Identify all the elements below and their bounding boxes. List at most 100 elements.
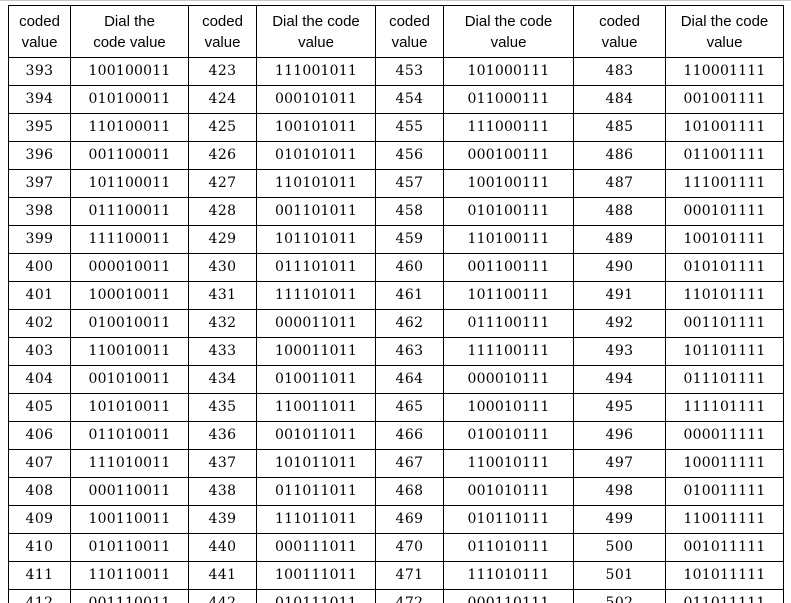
cell-coded-value: 485 [573,113,666,142]
cell-coded-value: 437 [188,449,257,478]
cell-dial-code-value: 100101111 [665,225,784,254]
cell-dial-code-value: 101011011 [256,449,376,478]
cell-dial-code-value: 111000111 [443,113,574,142]
cell-coded-value: 410 [8,533,71,562]
cell-coded-value: 462 [375,309,444,338]
cell-coded-value: 408 [8,477,71,506]
cell-coded-value: 402 [8,309,71,338]
column-header-coded-value-1: coded value [8,5,71,58]
cell-dial-code-value: 010010011 [70,309,189,338]
cell-dial-code-value: 010111011 [256,589,376,603]
cell-dial-code-value: 010110111 [443,505,574,534]
table-row: 405 101010011 435 110011011 465 100010111 495 1… [8,393,784,422]
cell-coded-value: 409 [8,505,71,534]
column-header-dial-code-value-1: Dial the code value [70,5,189,58]
header-line-2: value [298,33,334,51]
cell-coded-value: 483 [573,57,666,86]
cell-dial-code-value: 001010111 [443,477,574,506]
cell-dial-code-value: 010100011 [70,85,189,114]
code-table-container: coded value Dial the code value coded va… [8,5,784,603]
table-row: 393 100100011 423 111001011 453 101000111 483 1… [8,57,784,86]
cell-coded-value: 440 [188,533,257,562]
cell-dial-code-value: 001010011 [70,365,189,394]
cell-dial-code-value: 010010111 [443,421,574,450]
cell-dial-code-value: 111001111 [665,169,784,198]
header-line-1: coded [19,12,60,30]
cell-coded-value: 467 [375,449,444,478]
table-row: 395 110100011 425 100101011 455 111000111 485 1… [8,113,784,142]
cell-dial-code-value: 111100111 [443,337,574,366]
cell-coded-value: 396 [8,141,71,170]
header-line-2: code value [93,33,166,51]
cell-dial-code-value: 001100111 [443,253,574,282]
cell-dial-code-value: 000110111 [443,589,574,603]
cell-dial-code-value: 111011011 [256,505,376,534]
cell-coded-value: 500 [573,533,666,562]
cell-dial-code-value: 011010111 [443,533,574,562]
cell-dial-code-value: 010110011 [70,533,189,562]
table-row: 401 100010011 431 111101011 461 101100111 491 1… [8,281,784,310]
cell-coded-value: 426 [188,141,257,170]
column-header-dial-code-value-2: Dial the code value [256,5,376,58]
cell-coded-value: 487 [573,169,666,198]
cell-coded-value: 472 [375,589,444,603]
cell-dial-code-value: 010101011 [256,141,376,170]
cell-dial-code-value: 000101011 [256,85,376,114]
cell-dial-code-value: 100011011 [256,337,376,366]
header-line-2: value [204,33,241,51]
table-row: 398 011100011 428 001101011 458 010100111 488 0… [8,197,784,226]
cell-dial-code-value: 001110011 [70,589,189,603]
cell-coded-value: 395 [8,113,71,142]
cell-dial-code-value: 001011111 [665,533,784,562]
cell-coded-value: 430 [188,253,257,282]
header-line-1: Dial the code [680,12,769,30]
cell-coded-value: 427 [188,169,257,198]
cell-dial-code-value: 011001111 [665,141,784,170]
column-header-coded-value-4: coded value [573,5,666,58]
cell-coded-value: 496 [573,421,666,450]
cell-dial-code-value: 000010111 [443,365,574,394]
cell-dial-code-value: 110010111 [443,449,574,478]
table-row: 397 101100011 427 110101011 457 100100111 487 1… [8,169,784,198]
column-header-dial-code-value-4: Dial the code value [665,5,784,58]
cell-dial-code-value: 110100111 [443,225,574,254]
cell-coded-value: 423 [188,57,257,86]
cell-dial-code-value: 001101011 [256,197,376,226]
cell-coded-value: 399 [8,225,71,254]
cell-coded-value: 397 [8,169,71,198]
cell-coded-value: 491 [573,281,666,310]
table-row: 406 011010011 436 001011011 466 010010111 496 0… [8,421,784,450]
table-row: 407 111010011 437 101011011 467 110010111 497 1… [8,449,784,478]
top-rule-divider [0,0,791,1]
cell-dial-code-value: 001001111 [665,85,784,114]
cell-coded-value: 453 [375,57,444,86]
cell-dial-code-value: 011101111 [665,365,784,394]
cell-coded-value: 498 [573,477,666,506]
cell-coded-value: 435 [188,393,257,422]
cell-coded-value: 407 [8,449,71,478]
header-line-2: value [391,33,428,51]
cell-dial-code-value: 000100111 [443,141,574,170]
cell-coded-value: 457 [375,169,444,198]
cell-coded-value: 490 [573,253,666,282]
cell-dial-code-value: 110001111 [665,57,784,86]
cell-coded-value: 492 [573,309,666,338]
cell-dial-code-value: 001101111 [665,309,784,338]
cell-dial-code-value: 110011111 [665,505,784,534]
cell-coded-value: 499 [573,505,666,534]
cell-dial-code-value: 101100111 [443,281,574,310]
header-line-1: Dial the code [272,12,360,30]
cell-coded-value: 432 [188,309,257,338]
cell-coded-value: 424 [188,85,257,114]
column-header-coded-value-3: coded value [375,5,444,58]
cell-coded-value: 466 [375,421,444,450]
cell-dial-code-value: 100011111 [665,449,784,478]
cell-dial-code-value: 011100011 [70,197,189,226]
cell-coded-value: 425 [188,113,257,142]
header-row: coded value Dial the code value coded va… [8,5,784,58]
cell-coded-value: 401 [8,281,71,310]
table-row: 400 000010011 430 011101011 460 001100111 490 0… [8,253,784,282]
page-root: coded value Dial the code value coded va… [0,0,791,603]
cell-coded-value: 403 [8,337,71,366]
cell-coded-value: 454 [375,85,444,114]
